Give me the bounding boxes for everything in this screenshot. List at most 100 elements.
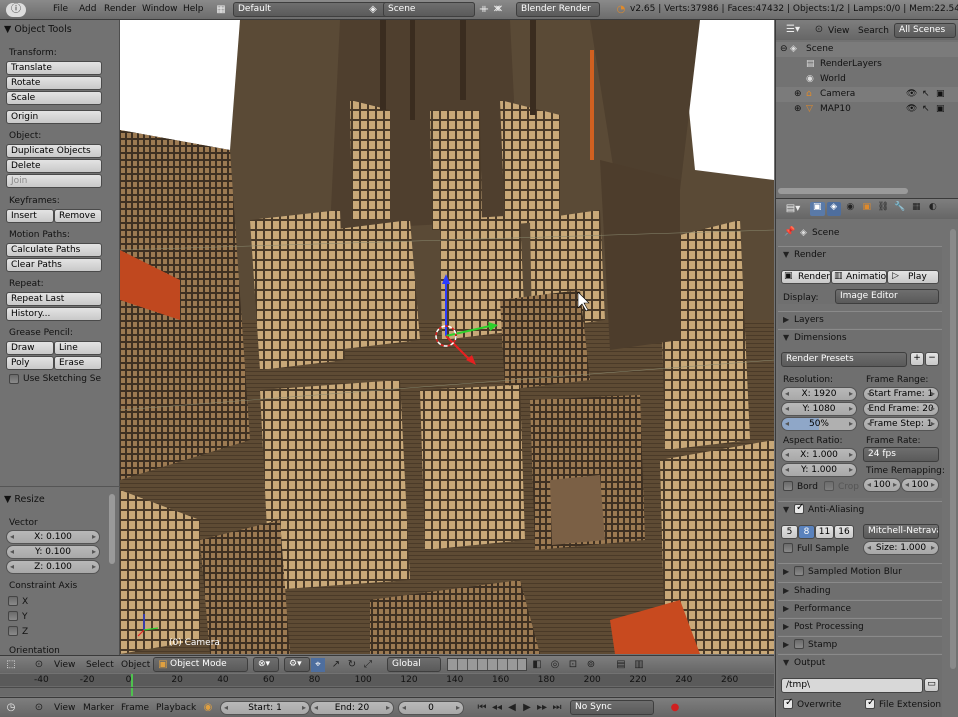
scene-tab-icon[interactable]: ◈ — [826, 202, 841, 216]
menu-select-3d[interactable]: Select — [86, 660, 114, 670]
play-reverse-icon[interactable]: ◀ — [505, 701, 519, 715]
remove-scene-icon[interactable]: ✕ — [490, 3, 504, 17]
delete-button[interactable]: Delete — [6, 159, 102, 173]
resolution-y-field[interactable]: Y: 1080 — [781, 402, 857, 416]
outliner-menu-search[interactable]: Search — [858, 26, 889, 36]
data-tab-icon[interactable]: ▦ — [909, 202, 924, 216]
add-preset-button[interactable]: + — [910, 352, 924, 366]
grease-poly-button[interactable]: Poly — [6, 356, 54, 370]
output-title[interactable]: Output — [794, 658, 825, 668]
physics-tab-icon[interactable]: ◐ — [926, 202, 941, 216]
timeline-menu-frame[interactable]: Frame — [121, 703, 149, 713]
layers-panel[interactable]: ▶ Layers — [778, 311, 942, 328]
post-processing-panel[interactable]: ▶ Post Processing — [778, 618, 942, 635]
outliner-item-map10[interactable]: MAP10 — [820, 104, 851, 114]
preview-range-icon[interactable]: ◉ — [201, 701, 215, 715]
frame-step-field[interactable]: Frame Step: 1 — [863, 417, 939, 431]
repeat-last-button[interactable]: Repeat Last — [6, 292, 102, 306]
editor-type-outliner-icon[interactable]: ☰▾ — [781, 23, 805, 37]
render-panel-title[interactable]: Render — [794, 250, 826, 260]
jump-prev-key-icon[interactable]: ◂◂ — [490, 701, 504, 715]
duplicate-objects-button[interactable]: Duplicate Objects — [6, 144, 102, 158]
menu-file[interactable]: File — [53, 4, 68, 14]
map-select-icon[interactable]: ↖ — [922, 104, 930, 114]
camera-render-icon[interactable]: ▣ — [936, 89, 945, 99]
scene-select[interactable]: Scene — [383, 2, 475, 17]
map-expand-icon[interactable]: ⊕ — [794, 104, 802, 114]
timeline-menu-marker[interactable]: Marker — [83, 703, 114, 713]
menu-view-3d[interactable]: View — [54, 660, 75, 670]
menu-add[interactable]: Add — [79, 4, 96, 14]
full-sample-checkbox[interactable] — [783, 543, 793, 553]
outliner-collapse-icon[interactable]: ⊙ — [812, 23, 826, 37]
overwrite-checkbox[interactable] — [783, 697, 793, 709]
resolution-percentage-field[interactable]: 50% — [781, 417, 857, 431]
origin-button[interactable]: Origin — [6, 110, 102, 124]
aa-size-field[interactable]: Size: 1.000 — [863, 541, 939, 555]
outliner-item-renderlayers[interactable]: RenderLayers — [820, 59, 882, 69]
aspect-x-field[interactable]: X: 1.000 — [781, 448, 857, 462]
editor-type-properties-icon[interactable]: ▤▾ — [781, 202, 805, 216]
grease-line-button[interactable]: Line — [54, 341, 102, 355]
shading-panel[interactable]: ▶ Shading — [778, 582, 942, 599]
insert-keyframe-button[interactable]: Insert — [6, 209, 54, 223]
calculate-paths-button[interactable]: Calculate Paths — [6, 243, 102, 257]
aa-arrow-icon[interactable]: ▼ — [783, 505, 789, 514]
vector-x-field[interactable]: X: 0.100 — [6, 530, 100, 544]
stamp-checkbox[interactable] — [794, 639, 804, 649]
outliner-item-camera[interactable]: Camera — [820, 89, 855, 99]
add-scene-icon[interactable]: + — [476, 3, 490, 17]
map-render-icon[interactable]: ▣ — [936, 104, 945, 114]
object-tools-header[interactable]: ▼ Object Tools — [4, 24, 72, 35]
manipulator-toggle-icon[interactable]: ⌖ — [311, 658, 325, 672]
grease-draw-button[interactable]: Draw — [6, 341, 54, 355]
render-presets-select[interactable]: Render Presets — [781, 352, 907, 367]
timeline-menu-playback[interactable]: Playback — [156, 703, 196, 713]
display-select[interactable]: Image Editor — [835, 289, 939, 304]
anti-aliasing-checkbox[interactable] — [794, 502, 804, 514]
menu-render[interactable]: Render — [104, 4, 136, 14]
clear-paths-button[interactable]: Clear Paths — [6, 258, 102, 272]
start-frame-field[interactable]: Start Frame: 1 — [863, 387, 939, 401]
timeline-ruler[interactable] — [0, 674, 774, 686]
outliner-menu-view[interactable]: View — [828, 26, 849, 36]
render-engine-select[interactable]: Blender Render — [516, 2, 600, 17]
jump-next-key-icon[interactable]: ▸▸ — [535, 701, 549, 715]
render-panel-arrow-icon[interactable]: ▼ — [783, 250, 789, 259]
output-arrow-icon[interactable]: ▼ — [783, 658, 789, 667]
auto-keying-icon[interactable]: ● — [668, 701, 682, 715]
outliner-row-scene[interactable] — [776, 42, 958, 57]
scene-browse-icon[interactable]: ◈ — [366, 3, 380, 17]
translate-button[interactable]: Translate — [6, 61, 102, 75]
map-visibility-icon[interactable]: 👁 — [906, 104, 917, 114]
outliner-row-camera[interactable] — [776, 87, 958, 102]
history-button[interactable]: History... — [6, 307, 102, 321]
constraint-y-checkbox[interactable] — [8, 611, 18, 621]
start-frame-field[interactable]: Start: 1 — [220, 701, 310, 715]
jump-end-icon[interactable]: ⏭ — [550, 701, 564, 715]
object-tab-icon[interactable]: ▣ — [860, 202, 875, 216]
tool-shelf-scrollbar[interactable] — [109, 494, 115, 564]
properties-scrollbar[interactable] — [950, 229, 956, 669]
constraint-x-checkbox[interactable] — [8, 596, 18, 606]
translate-manip-icon[interactable]: ↗ — [329, 658, 343, 672]
editor-type-info-icon[interactable]: ⓘ — [6, 3, 26, 17]
camera-select-icon[interactable]: ↖ — [922, 89, 930, 99]
grease-erase-button[interactable]: Erase — [54, 356, 102, 370]
editor-type-timeline-icon[interactable]: ◷ — [4, 701, 18, 715]
lock-layers-icon[interactable]: ◧ — [530, 658, 544, 672]
current-frame-field[interactable]: 0 — [398, 701, 464, 715]
play-icon[interactable]: ▶ — [520, 701, 534, 715]
render-tab-icon[interactable]: ▣ — [810, 202, 825, 216]
render-anim-opengl-icon[interactable]: ▥ — [632, 658, 646, 672]
crop-checkbox[interactable] — [824, 481, 834, 491]
jump-start-icon[interactable]: ⏮ — [475, 701, 489, 715]
vector-y-field[interactable]: Y: 0.100 — [6, 545, 100, 559]
outliner-display-select[interactable]: All Scenes — [894, 23, 956, 38]
scale-manip-icon[interactable]: ⤢ — [361, 658, 375, 672]
timeline-menu-view[interactable]: View — [54, 703, 75, 713]
end-frame-field[interactable]: End Frame: 20 — [863, 402, 939, 416]
aa-samples-5-button[interactable]: 5 — [781, 525, 798, 539]
anti-aliasing-title[interactable]: Anti-Aliasing — [808, 505, 864, 515]
aspect-y-field[interactable]: Y: 1.000 — [781, 463, 857, 477]
